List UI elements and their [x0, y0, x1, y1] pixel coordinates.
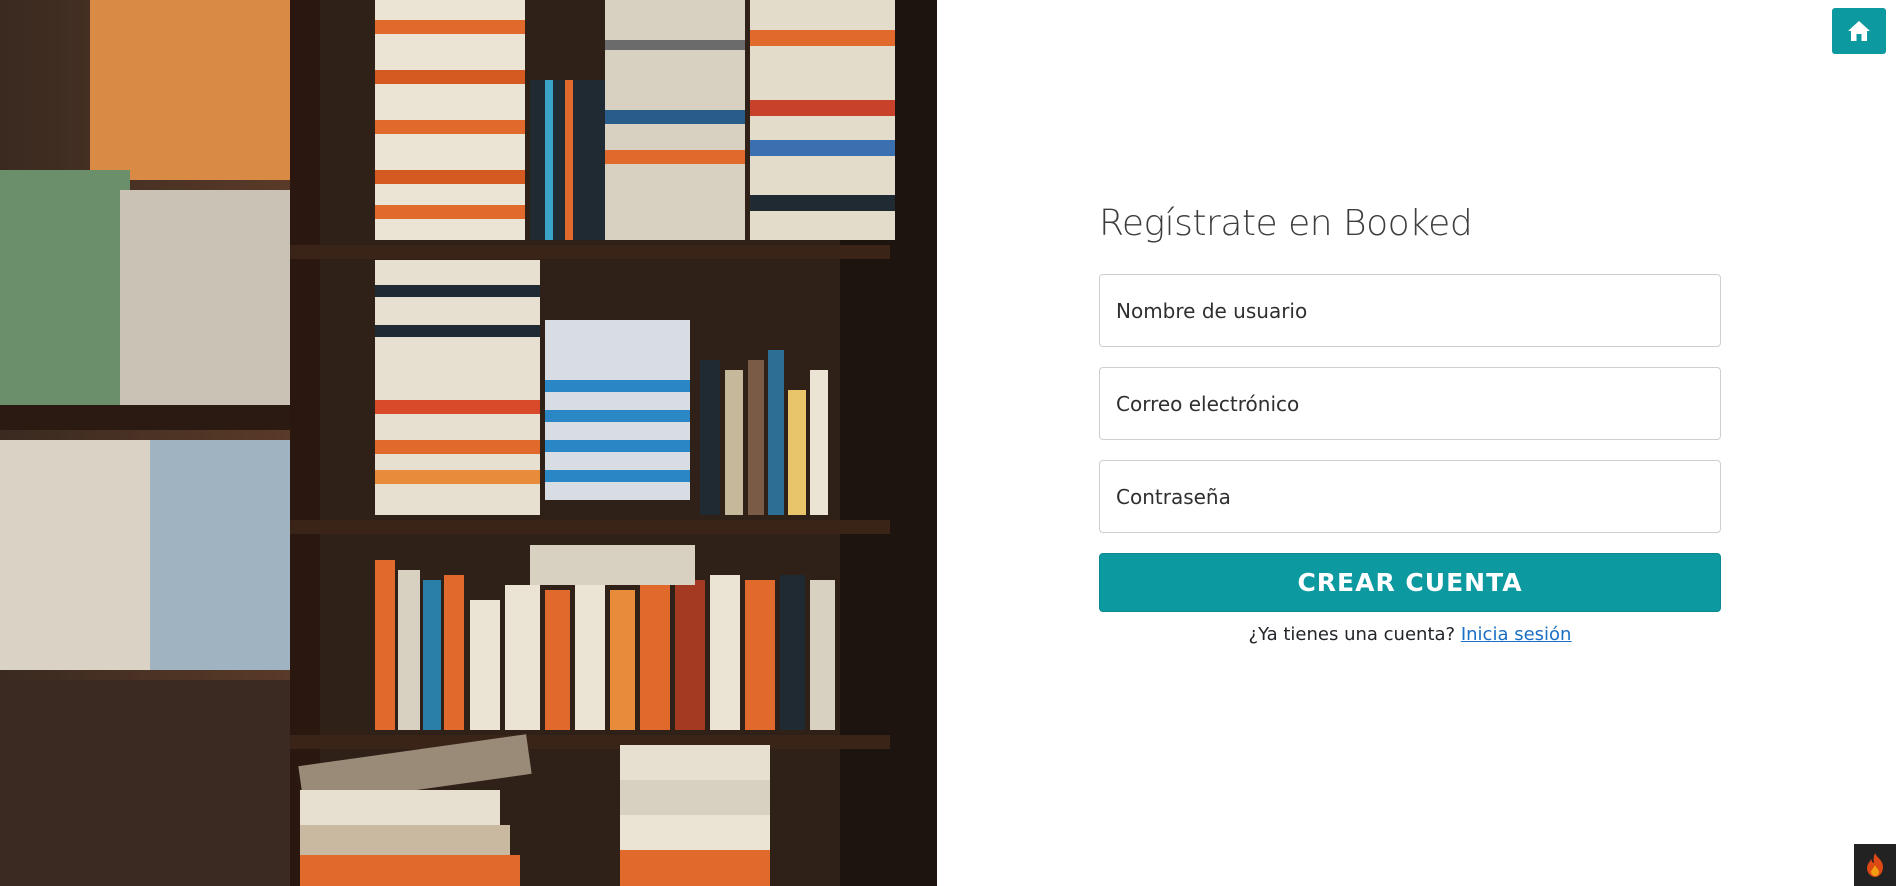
flame-icon	[1867, 853, 1883, 877]
create-account-button[interactable]: CREAR CUENTA	[1099, 553, 1721, 612]
login-prompt: ¿Ya tienes una cuenta? Inicia sesión	[1099, 624, 1721, 645]
home-button[interactable]	[1832, 8, 1886, 54]
register-page: Regístrate en Booked CREAR CUENTA ¿Ya ti…	[0, 0, 1896, 886]
email-input[interactable]	[1099, 367, 1721, 440]
register-panel: Regístrate en Booked CREAR CUENTA ¿Ya ti…	[937, 0, 1896, 886]
page-title: Regístrate en Booked	[1099, 203, 1473, 244]
framework-badge[interactable]	[1854, 844, 1896, 886]
login-link[interactable]: Inicia sesión	[1461, 624, 1572, 645]
bookshelf-photo	[0, 0, 937, 886]
login-prompt-text: ¿Ya tienes una cuenta?	[1248, 624, 1456, 645]
password-input[interactable]	[1099, 460, 1721, 533]
username-input[interactable]	[1099, 274, 1721, 347]
register-form: Regístrate en Booked CREAR CUENTA ¿Ya ti…	[1099, 203, 1721, 645]
home-icon	[1848, 21, 1870, 41]
